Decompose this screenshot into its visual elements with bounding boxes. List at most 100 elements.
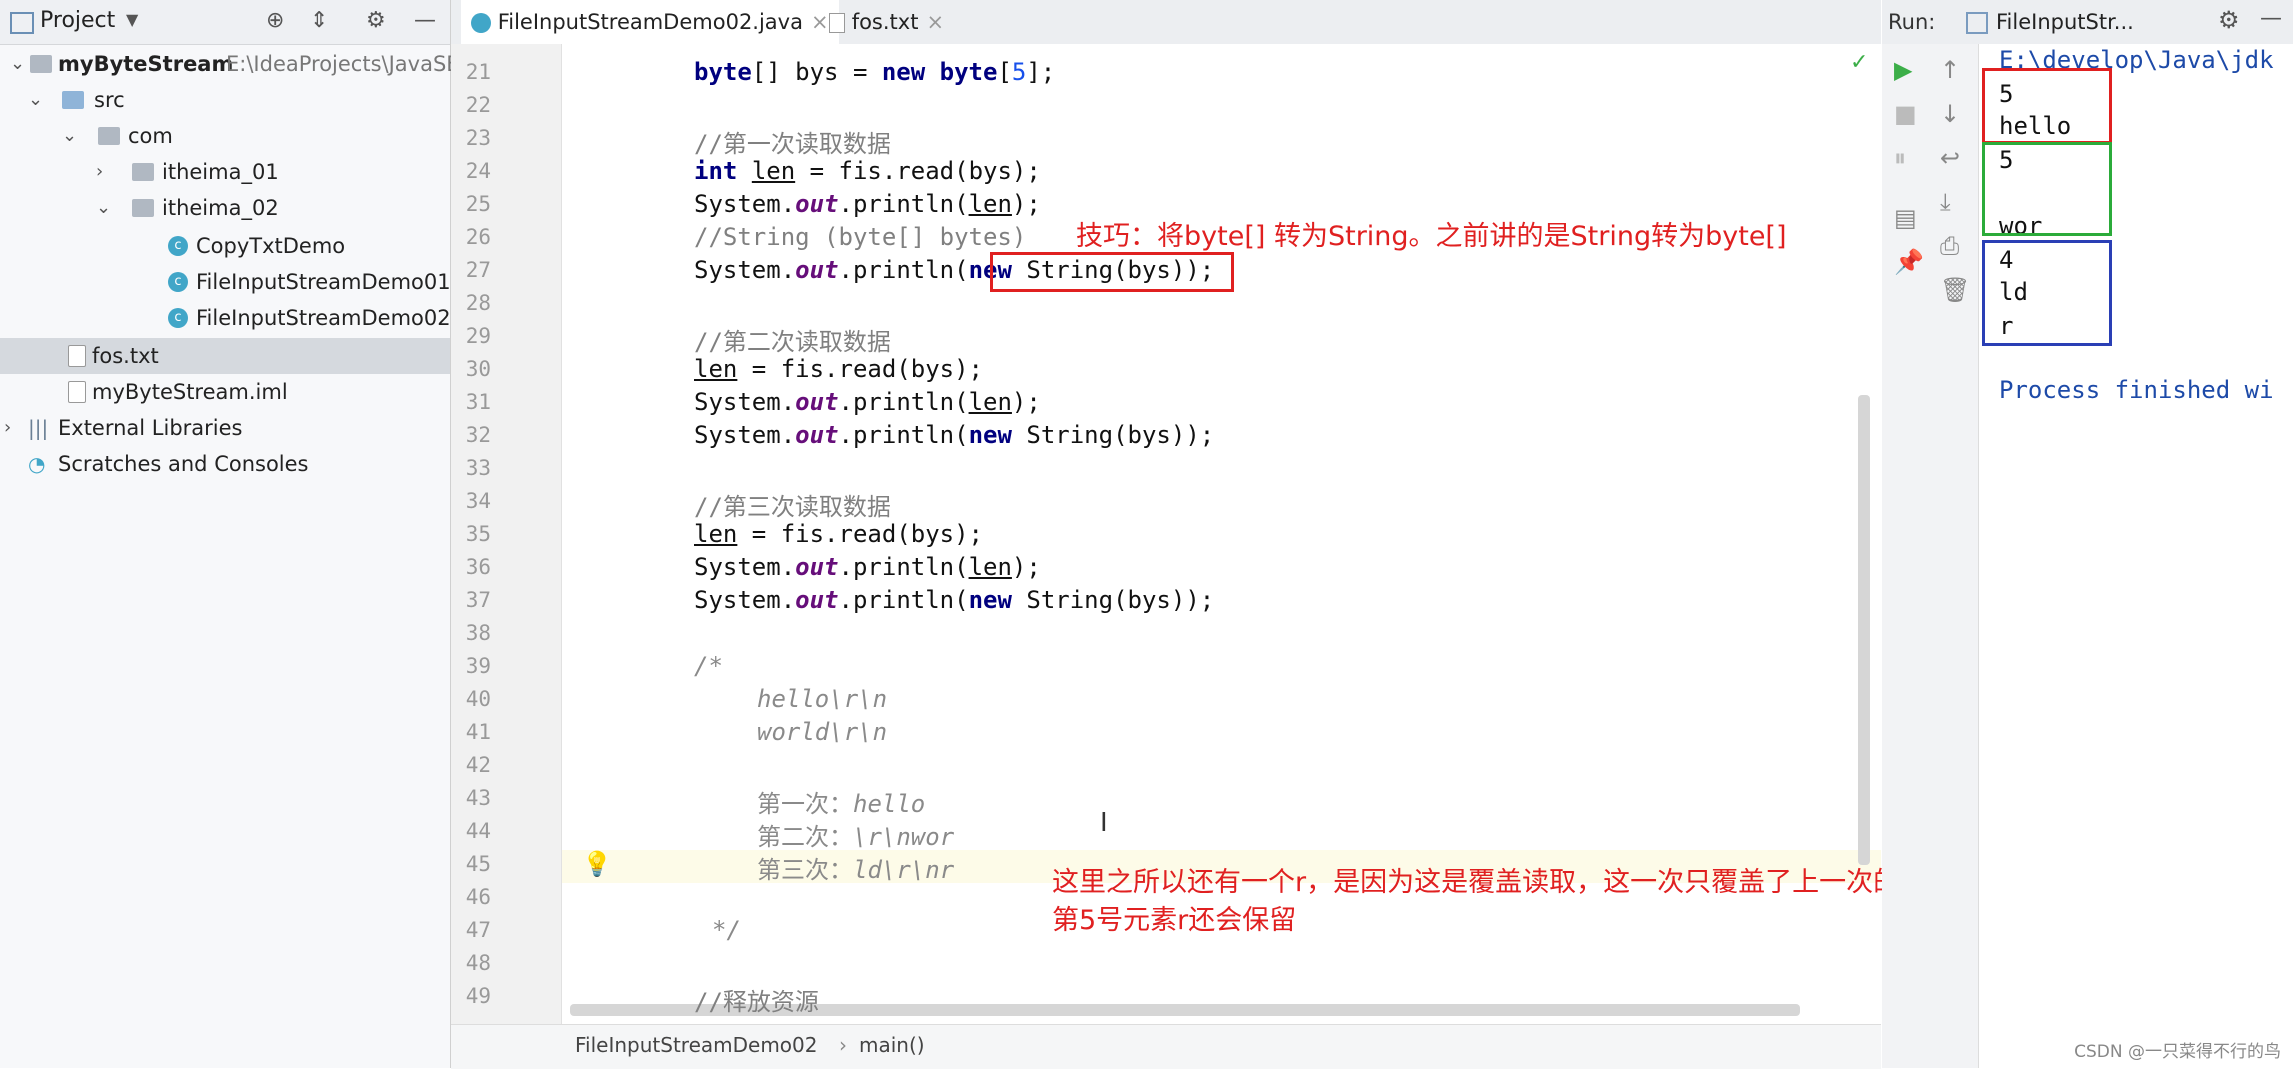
watermark: CSDN @一只菜得不行的鸟 (2074, 1042, 2281, 1062)
trash-icon[interactable]: 🗑 (1940, 276, 1970, 304)
chevron-down-icon[interactable]: ⌄ (96, 190, 111, 226)
minimize-icon[interactable]: — (2260, 6, 2282, 31)
chevron-down-icon[interactable]: ⌄ (10, 46, 25, 82)
code-line-47: */ (712, 916, 741, 944)
tree-label: External Libraries (58, 416, 243, 440)
tab-filinputstreamdemo02[interactable]: FileInputStreamDemo02.java × (461, 0, 839, 47)
line-number: 43 (465, 786, 491, 810)
locate-icon[interactable]: ⊕ (266, 8, 284, 33)
code-line-45: 第三次：ld\r\nr (757, 856, 955, 884)
project-header: Project ▼ ⊕ ⇕ ⚙ — (0, 0, 450, 45)
line-number: 42 (465, 753, 491, 777)
line-number: 45 (465, 852, 491, 876)
gear-icon[interactable]: ⚙ (2218, 6, 2240, 34)
line-number: 24 (465, 159, 491, 183)
line-number: 31 (465, 390, 491, 414)
tree-label: CopyTxtDemo (196, 234, 346, 258)
line-number: 38 (465, 621, 491, 645)
print-icon[interactable]: ⎙ (1940, 232, 1959, 260)
run-tab[interactable]: FileInputStr... (1996, 10, 2134, 34)
tree-item-external-libraries[interactable]: › ||| External Libraries (0, 410, 450, 446)
tree-label: itheima_01 (162, 160, 279, 184)
tree-item-src[interactable]: ⌄ src (0, 82, 450, 118)
code-line-35: len = fis.read(bys); (694, 520, 983, 548)
line-number: 30 (465, 357, 491, 381)
line-number: 40 (465, 687, 491, 711)
annotation-explain-2: 第5号元素r还会保留 (1052, 905, 1297, 936)
tree-item-demo02[interactable]: c FileInputStreamDemo02 (0, 300, 451, 336)
chevron-right-icon[interactable]: › (4, 410, 11, 446)
breadcrumb-separator: › (839, 1033, 847, 1057)
code-line-23: //第一次读取数据 (694, 130, 891, 158)
minimize-icon[interactable]: — (414, 8, 436, 33)
package-icon (132, 199, 154, 217)
java-class-icon: c (168, 236, 188, 256)
code-line-41: world\r\n (757, 718, 888, 746)
soft-wrap-icon[interactable]: ↩ (1940, 144, 1960, 172)
tree-item-copytxtdemo[interactable]: c CopyTxtDemo (0, 228, 450, 264)
line-number: 37 (465, 588, 491, 612)
pin-icon[interactable]: 📌 (1894, 248, 1924, 276)
module-folder-icon (30, 55, 52, 73)
code-line-37: System.out.println(new String(bys)); (694, 586, 1215, 614)
scroll-to-end-icon[interactable]: ⤓ (1940, 188, 1951, 216)
line-number: 36 (465, 555, 491, 579)
tree-path: E:\IdeaProjects\JavaSE (226, 52, 460, 76)
text-file-icon (829, 13, 845, 33)
line-number: 32 (465, 423, 491, 447)
chevron-down-icon[interactable]: ▼ (126, 10, 138, 29)
tab-fos-txt[interactable]: fos.txt × (819, 0, 954, 44)
vertical-scrollbar[interactable] (1858, 395, 1870, 865)
line-number: 22 (465, 93, 491, 117)
code-line-30: len = fis.read(bys); (694, 355, 983, 383)
java-class-icon (471, 13, 491, 33)
up-arrow-icon[interactable]: ↑ (1940, 56, 1960, 84)
run-config-icon (1966, 12, 1988, 34)
run-toolbar: ▶ ↑ ■ ↓ ⏸ ↩ ⤓ ▤ ⎙ 📌 🗑 (1882, 44, 1979, 1068)
iml-file-icon (68, 381, 86, 403)
tree-item-itheima-01[interactable]: › itheima_01 (0, 154, 450, 190)
tree-item-scratches[interactable]: ◔ Scratches and Consoles (0, 446, 450, 482)
text-file-icon (68, 345, 86, 367)
code-line-39: /* (694, 652, 723, 680)
annotation-tip: 技巧：将byte[] 转为String。之前讲的是String转为byte[] (1076, 221, 1787, 252)
rerun-icon[interactable]: ▶ (1894, 56, 1912, 84)
tree-item-itheima-02[interactable]: ⌄ itheima_02 (0, 190, 450, 226)
breadcrumb-class[interactable]: FileInputStreamDemo02 (575, 1025, 818, 1065)
code-line-24: int len = fis.read(bys); (694, 157, 1041, 185)
stop-icon[interactable]: ■ (1894, 100, 1917, 128)
gear-icon[interactable]: ⚙ (366, 8, 386, 33)
code-line-31: System.out.println(len); (694, 388, 1041, 416)
code-line-32: System.out.println(new String(bys)); (694, 421, 1215, 449)
layout-icon[interactable]: ▤ (1894, 204, 1917, 232)
chevron-right-icon[interactable]: › (96, 154, 103, 190)
run-label: Run: (1888, 10, 1936, 34)
tree-item-root[interactable]: ⌄ myByteStream E:\IdeaProjects\JavaSE (0, 46, 460, 82)
line-number: 34 (465, 489, 491, 513)
source-folder-icon (62, 91, 84, 109)
run-header: Run: FileInputStr... ⚙ — (1882, 0, 2293, 45)
line-number: 21 (465, 60, 491, 84)
tree-item-com[interactable]: ⌄ com (0, 118, 450, 154)
tree-item-fos-txt[interactable]: fos.txt (0, 338, 450, 374)
highlight-box-blue (1982, 240, 2112, 346)
tree-item-iml[interactable]: myByteStream.iml (0, 374, 450, 410)
code-line-36: System.out.println(len); (694, 553, 1041, 581)
breadcrumb-method[interactable]: main() (859, 1025, 925, 1065)
highlight-box-green (1982, 142, 2112, 236)
project-title[interactable]: Project (40, 8, 115, 33)
chevron-down-icon[interactable]: ⌄ (28, 82, 43, 118)
lightbulb-icon[interactable]: 💡 (582, 850, 612, 878)
pause-icon[interactable]: ⏸ (1894, 144, 1906, 172)
code-line-49: //释放资源 (694, 988, 819, 1016)
line-number: 48 (465, 951, 491, 975)
collapse-icon[interactable]: ⇕ (310, 8, 328, 33)
chevron-down-icon[interactable]: ⌄ (62, 118, 77, 154)
down-arrow-icon[interactable]: ↓ (1940, 100, 1960, 128)
tree-label: src (94, 88, 125, 112)
line-number: 28 (465, 291, 491, 315)
line-number: 33 (465, 456, 491, 480)
tree-item-demo01[interactable]: c FileInputStreamDemo01 (0, 264, 451, 300)
tree-label: Scratches and Consoles (58, 452, 309, 476)
close-icon[interactable]: × (926, 10, 944, 34)
